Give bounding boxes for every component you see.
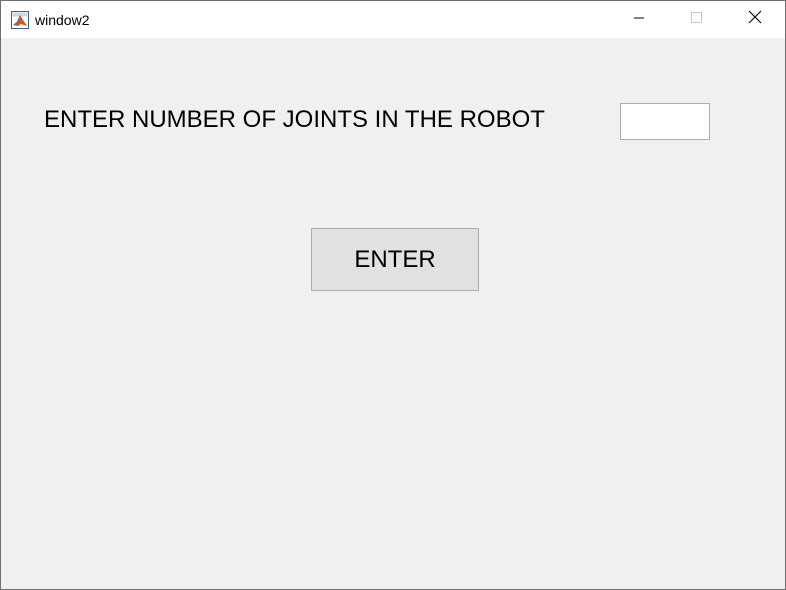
maximize-button[interactable]	[668, 1, 726, 38]
window-title: window2	[35, 12, 90, 28]
title-bar[interactable]: window2	[1, 1, 785, 38]
joints-prompt-label: ENTER NUMBER OF JOINTS IN THE ROBOT	[44, 106, 545, 133]
app-window: window2 ENTER NUMBER OF JOINTS IN THE RO…	[0, 0, 786, 590]
matlab-icon	[11, 11, 29, 29]
joints-count-input[interactable]	[620, 103, 710, 140]
minimize-icon	[633, 11, 645, 29]
maximize-icon	[691, 11, 703, 29]
close-button[interactable]	[726, 1, 784, 38]
window-content: ENTER NUMBER OF JOINTS IN THE ROBOT ENTE…	[1, 38, 785, 589]
minimize-button[interactable]	[610, 1, 668, 38]
enter-button[interactable]: ENTER	[311, 228, 479, 291]
close-icon	[748, 10, 762, 29]
